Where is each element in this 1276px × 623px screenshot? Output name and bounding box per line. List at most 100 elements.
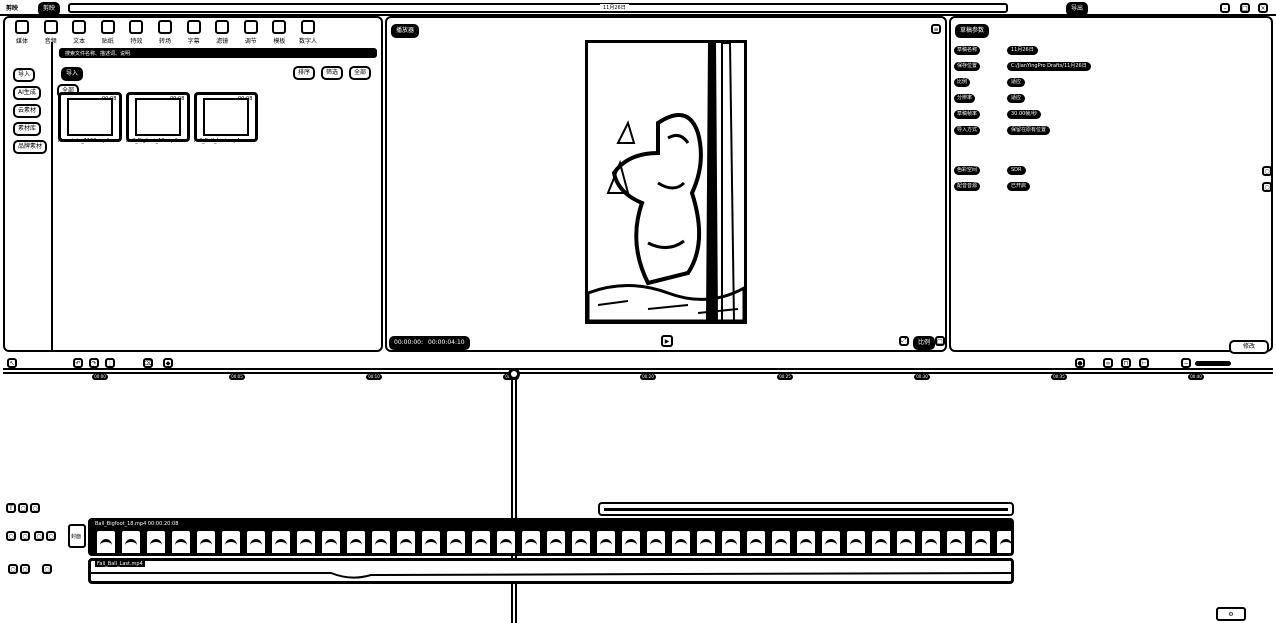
ruler-tick: 00:40 — [1188, 374, 1204, 380]
detail-value: 30.00帧/秒 — [1007, 110, 1041, 119]
toolbar-label: 文本 — [73, 38, 86, 45]
video-frame — [245, 529, 267, 553]
sidebar-item[interactable]: 品牌素材 — [13, 140, 48, 154]
audio-waveform — [91, 572, 1011, 579]
toggle-icon[interactable]: ○ — [1262, 182, 1272, 192]
maximize-icon[interactable]: □ — [1240, 3, 1250, 13]
filter-dropdown[interactable]: 导入 — [61, 67, 84, 81]
menu-icon[interactable]: ≡ — [931, 24, 941, 34]
video-mute-icon[interactable]: ○ — [34, 531, 44, 541]
cover-button[interactable]: 封面 — [68, 524, 86, 548]
menu-button[interactable]: 剪映 — [38, 2, 61, 16]
undo-icon[interactable]: ↶ — [73, 358, 83, 368]
marker-icon[interactable]: ◆ — [163, 358, 173, 368]
playhead-handle[interactable] — [508, 368, 520, 380]
toolbar-icon — [158, 20, 172, 34]
select-icon[interactable]: ↖ — [7, 358, 17, 368]
redo-icon[interactable]: ↷ — [89, 358, 99, 368]
crop-icon[interactable]: □ — [935, 336, 945, 346]
lock-icon[interactable]: ○ — [18, 503, 28, 513]
video-eye-icon[interactable]: ○ — [20, 531, 30, 541]
toggle-icon[interactable]: ○ — [1262, 166, 1272, 176]
ruler-tick: 00:00 — [92, 374, 108, 380]
ruler-tick: 00:20 — [640, 374, 656, 380]
toolbar-icon — [43, 20, 58, 34]
ruler-tick: 00:25 — [777, 374, 793, 380]
video-frame — [970, 529, 992, 553]
sidebar-item[interactable]: 素材库 — [13, 122, 42, 136]
playhead[interactable] — [511, 370, 517, 623]
search-input[interactable]: 搜索文件名称、描述词、说明 — [59, 48, 377, 58]
sidebar-item[interactable]: AI生成 — [13, 86, 41, 100]
video-frame — [495, 529, 517, 553]
toolbar-icon — [100, 20, 115, 34]
snap-icon[interactable]: ⊓ — [1121, 358, 1131, 368]
toolbar-label: 调节 — [244, 38, 257, 45]
detail-label: 保存位置 — [954, 62, 981, 71]
time-total: 00:00:04:10 — [423, 336, 470, 350]
zoom-out-icon[interactable]: − — [1181, 358, 1191, 368]
sort-button[interactable]: 排序 — [293, 66, 316, 80]
link-icon[interactable]: ∞ — [1103, 358, 1113, 368]
modify-button[interactable]: 修改 — [1229, 340, 1269, 354]
delete-icon[interactable]: ⌫ — [143, 358, 153, 368]
cover-label: 封面 — [71, 534, 82, 540]
export-button[interactable]: 导出 — [1066, 2, 1089, 16]
video-frame — [895, 529, 917, 553]
close-icon[interactable]: × — [1258, 3, 1268, 13]
video-frame — [345, 529, 367, 553]
filter-button[interactable]: 筛选 — [321, 66, 344, 80]
effect-clip[interactable] — [598, 502, 1014, 516]
video-frame — [195, 529, 217, 553]
video-clip[interactable]: Ball_Bigfoot_18.mp4 00:00:20:08 — [88, 518, 1014, 556]
detail-value[interactable]: 已开启 — [1007, 182, 1031, 191]
zoom-slider[interactable] — [1195, 361, 1231, 366]
audio-lock-icon[interactable]: ○ — [8, 564, 18, 574]
video-frame — [370, 529, 392, 553]
video-frame — [995, 529, 1011, 553]
detail-label: 色彩空间 — [954, 166, 981, 175]
video-more-icon[interactable]: ○ — [46, 531, 56, 541]
details-title: 草稿参数 — [955, 24, 990, 38]
mic-icon[interactable]: ● — [1075, 358, 1085, 368]
video-lock-icon[interactable]: ○ — [6, 531, 16, 541]
ratio-button[interactable]: 比例 — [913, 336, 936, 350]
player-title: 播放器 — [391, 24, 420, 38]
video-frame — [695, 529, 717, 553]
video-frame — [920, 529, 942, 553]
audio-eye-icon[interactable]: ○ — [20, 564, 30, 574]
all-button[interactable]: 全部 — [349, 66, 372, 80]
thumb-duration: 00:08 — [238, 96, 253, 102]
sidebar-item[interactable]: 导入 — [13, 68, 36, 82]
video-frame — [320, 529, 342, 553]
video-frame — [770, 529, 792, 553]
audio-mute-icon[interactable]: ○ — [42, 564, 52, 574]
video-frame — [95, 529, 117, 553]
toolbar-label: 贴纸 — [101, 38, 114, 45]
preview-illustration — [588, 43, 744, 321]
text-track-icon[interactable]: T — [6, 503, 16, 513]
detail-label: 导入方式 — [954, 126, 981, 135]
detail-value[interactable]: SDR — [1007, 166, 1026, 175]
video-frame — [620, 529, 642, 553]
minimize-icon[interactable]: – — [1220, 3, 1230, 13]
audio-clip[interactable]: Fall_Ball_Last.mp4 — [88, 558, 1014, 584]
thumb-name: Ball_Bigfoot_18.mp4 — [126, 138, 178, 144]
player-panel: 播放器 ≡ 00:00:00:00 00:00:04:10 ▶ 比例 ⤢ □ — [385, 16, 947, 352]
video-frame — [120, 529, 142, 553]
toolbar-label: 字幕 — [187, 38, 200, 45]
title-bar: 剪映 剪映 11月26日 导出 – □ × — [0, 0, 1276, 16]
toolbar-label: 转场 — [158, 38, 171, 45]
toolbar-icon — [129, 20, 144, 34]
thumb-name: Mountain_1102.mp4 — [58, 138, 110, 144]
preview-axis-icon[interactable]: ⊢ — [1139, 358, 1149, 368]
video-frame — [645, 529, 667, 553]
timeline-settings-icon[interactable]: ⚙ — [1216, 607, 1246, 621]
sidebar-item[interactable]: 云素材 — [13, 104, 42, 118]
ruler-tick: 00:05 — [229, 374, 245, 380]
eye-icon[interactable]: ○ — [30, 503, 40, 513]
fullscreen-icon[interactable]: ⤢ — [899, 336, 909, 346]
split-icon[interactable]: ⋮ — [105, 358, 115, 368]
play-icon[interactable]: ▶ — [661, 335, 673, 347]
video-clip-label: Ball_Bigfoot_18.mp4 00:00:20:08 — [95, 521, 179, 527]
